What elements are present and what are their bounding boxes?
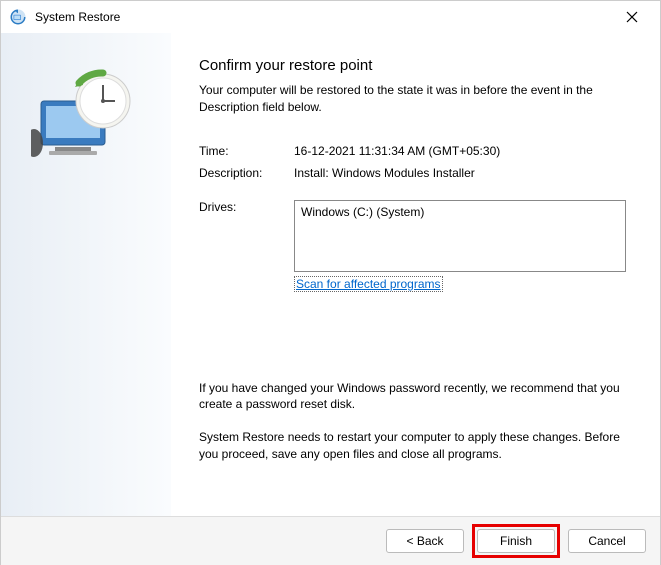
main-panel: Confirm your restore point Your computer… xyxy=(171,33,660,516)
drive-item[interactable]: Windows (C:) (System) xyxy=(301,205,619,219)
time-row: Time: 16-12-2021 11:31:34 AM (GMT+05:30) xyxy=(199,144,632,158)
drives-label: Drives: xyxy=(199,200,294,272)
description-row: Description: Install: Windows Modules In… xyxy=(199,166,632,180)
restart-info-text: System Restore needs to restart your com… xyxy=(199,429,632,463)
system-restore-icon xyxy=(9,8,27,26)
scan-affected-programs-link[interactable]: Scan for affected programs xyxy=(294,276,443,292)
page-heading: Confirm your restore point xyxy=(199,57,632,74)
close-button[interactable] xyxy=(612,3,652,31)
page-subtext: Your computer will be restored to the st… xyxy=(199,82,632,116)
content-area: Confirm your restore point Your computer… xyxy=(1,33,660,516)
description-label: Description: xyxy=(199,166,294,180)
drives-row: Drives: Windows (C:) (System) xyxy=(199,200,632,272)
back-button[interactable]: < Back xyxy=(386,529,464,553)
window-title: System Restore xyxy=(35,10,612,24)
finish-highlight: Finish xyxy=(472,524,560,558)
scan-link-row: Scan for affected programs xyxy=(294,276,632,292)
titlebar: System Restore xyxy=(1,1,660,33)
finish-button[interactable]: Finish xyxy=(477,529,555,553)
info-block: If you have changed your Windows passwor… xyxy=(199,380,632,463)
left-panel xyxy=(1,33,171,516)
drives-listbox[interactable]: Windows (C:) (System) xyxy=(294,200,626,272)
description-value: Install: Windows Modules Installer xyxy=(294,166,632,180)
password-info-text: If you have changed your Windows passwor… xyxy=(199,380,632,414)
cancel-button[interactable]: Cancel xyxy=(568,529,646,553)
restore-graphic-icon xyxy=(31,63,141,163)
time-label: Time: xyxy=(199,144,294,158)
close-icon xyxy=(626,11,638,23)
footer: < Back Finish Cancel xyxy=(1,516,660,565)
time-value: 16-12-2021 11:31:34 AM (GMT+05:30) xyxy=(294,144,632,158)
